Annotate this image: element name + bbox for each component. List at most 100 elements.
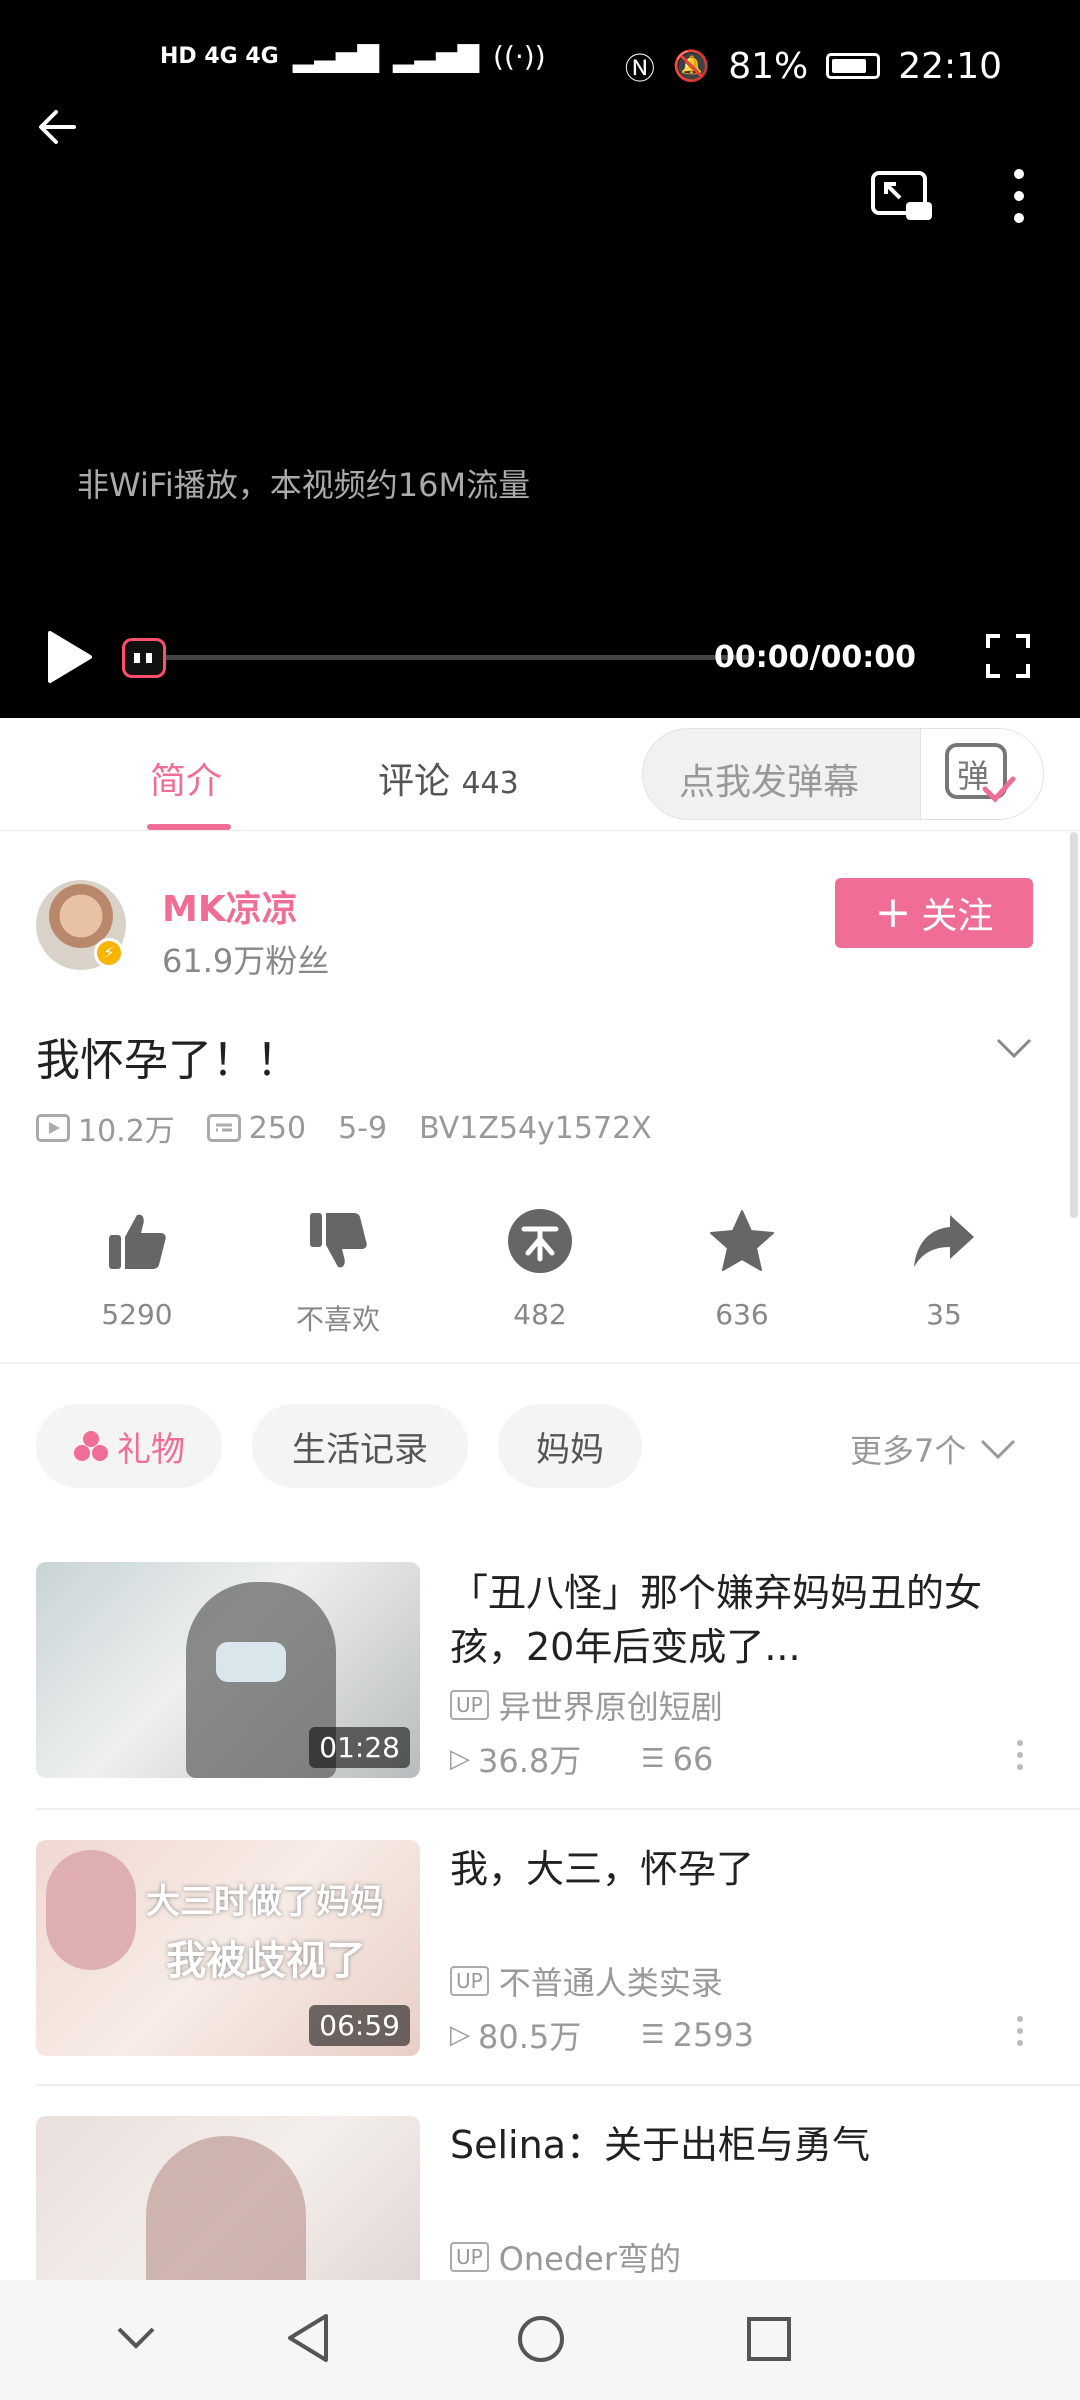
more-tags-button[interactable]: 更多7个: [850, 1426, 1016, 1472]
thumbnail-caption: 我被歧视了: [166, 1938, 366, 1984]
recommended-uploader[interactable]: UP Oneder弯的: [450, 2234, 681, 2280]
thumbs-up-icon: [109, 1214, 166, 1269]
star-icon: [710, 1210, 774, 1271]
video-meta: 10.2万 250 5-9 BV1Z54y1572X: [36, 1106, 652, 1150]
share-count: 35: [926, 1298, 962, 1331]
recommended-comments: 66: [672, 1740, 714, 1778]
recommended-uploader[interactable]: UP 异世界原创短剧: [450, 1682, 723, 1728]
video-thumbnail[interactable]: 大三时做了妈妈 我被歧视了 06:59: [36, 1840, 420, 2056]
dislike-button[interactable]: 不喜欢: [268, 1206, 408, 1338]
up-badge-icon: UP: [450, 1690, 489, 1720]
status-right: Ⓝ 🔕 81% 22:10: [625, 44, 1002, 88]
recommended-uploader-name: 不普通人类实录: [498, 1964, 723, 2002]
signal-icon: ▂▃▅▇: [292, 40, 379, 73]
coin-button[interactable]: 482: [470, 1206, 610, 1331]
list-divider: [36, 2084, 1080, 2086]
time-readout: 00:00/00:00: [714, 640, 916, 675]
play-count-icon: ▷: [450, 2020, 470, 2050]
recommended-views: 36.8万: [478, 1742, 582, 1780]
hide-nav-chevron-icon[interactable]: [116, 2326, 156, 2350]
recommended-video-title[interactable]: 我，大三，怀孕了: [450, 1842, 1050, 1896]
recommended-views: 80.5万: [478, 2018, 582, 2056]
battery-icon: [826, 53, 881, 79]
chevron-down-icon: [981, 1439, 1016, 1460]
back-arrow-icon[interactable]: [38, 108, 76, 146]
danmaku-count-icon: ☰: [641, 2020, 665, 2050]
status-bar: HD 4G 4G ▂▃▅▇ ▂▃▅▇ ((·)) Ⓝ 🔕 81% 22:10: [0, 0, 1080, 130]
share-button[interactable]: 35: [874, 1206, 1014, 1331]
video-thumbnail[interactable]: 01:28: [36, 1562, 420, 1778]
play-icon[interactable]: [44, 628, 96, 686]
more-options-icon[interactable]: [1016, 1740, 1024, 1776]
data-usage-notice: 非WiFi播放，本视频约16M流量: [77, 466, 531, 504]
signal-icon: ▂▃▅▇: [392, 40, 480, 73]
hot-tag-icon: [74, 1431, 108, 1461]
tag-mom[interactable]: 妈妈: [498, 1404, 642, 1488]
hotspot-icon: ((·)): [493, 40, 546, 73]
like-count: 5290: [101, 1298, 173, 1331]
danmaku-count-icon: [206, 1114, 241, 1142]
tab-comments[interactable]: 评论 443: [378, 752, 519, 804]
checkmark-icon: [982, 776, 1016, 803]
home-circle-icon[interactable]: [516, 2314, 566, 2364]
tag-label: 礼物: [117, 1429, 185, 1470]
up-badge-icon: UP: [450, 1966, 489, 1996]
danmaku-count-icon: ☰: [641, 1744, 665, 1774]
danmaku-input[interactable]: 点我发弹幕 弹: [642, 728, 1044, 820]
system-nav-bar: [0, 2280, 1080, 2400]
recommended-stats: ▷ 80.5万 ☰ 2593: [450, 2012, 754, 2058]
chevron-down-icon[interactable]: [996, 1036, 1032, 1060]
recommended-uploader-name: 异世界原创短剧: [498, 1688, 723, 1726]
video-duration: 01:28: [309, 1727, 410, 1768]
nfc-icon: Ⓝ: [624, 52, 655, 87]
list-divider: [36, 1808, 1080, 1810]
view-count: 10.2万: [78, 1114, 175, 1149]
thumbnail-caption: 大三时做了妈妈: [146, 1882, 384, 1922]
tab-intro[interactable]: 简介: [150, 752, 222, 804]
uploader-name[interactable]: MK凉凉: [162, 880, 298, 932]
favorite-count: 636: [715, 1298, 769, 1331]
view-stat: 10.2万: [36, 1106, 175, 1150]
recommended-uploader[interactable]: UP 不普通人类实录: [450, 1958, 723, 2004]
recommended-comments: 2593: [672, 2016, 755, 2054]
progress-handle[interactable]: [122, 638, 166, 678]
mute-icon: 🔕: [672, 48, 711, 84]
recommended-video-title[interactable]: Selina：关于出柜与勇气: [450, 2118, 1050, 2172]
favorite-button[interactable]: 636: [672, 1206, 812, 1331]
back-triangle-icon[interactable]: [284, 2312, 332, 2364]
publish-date: 5-9: [338, 1110, 388, 1146]
danmaku-placeholder: 点我发弹幕: [679, 762, 860, 803]
network-status: HD 4G 4G: [160, 44, 279, 69]
cast-screen-icon[interactable]: [870, 170, 934, 222]
recommended-video-title[interactable]: 「丑八怪」那个嫌弃妈妈丑的女孩，20年后变成了...: [450, 1566, 1050, 1674]
plus-icon: +: [874, 887, 912, 938]
tab-comments-count: 443: [461, 766, 519, 801]
more-options-icon[interactable]: [1013, 168, 1025, 224]
dislike-label: 不喜欢: [295, 1303, 380, 1336]
section-divider: [0, 1362, 1080, 1364]
follow-button[interactable]: + 关注: [835, 878, 1033, 948]
share-arrow-icon: [914, 1215, 974, 1267]
tag-life-record[interactable]: 生活记录: [252, 1404, 468, 1488]
battery-percent: 81%: [728, 45, 809, 87]
play-count-icon: [36, 1114, 70, 1142]
up-badge-icon: UP: [450, 2242, 489, 2272]
tag-gift[interactable]: 礼物: [36, 1404, 222, 1488]
fullscreen-icon[interactable]: [984, 632, 1032, 680]
danmaku-toggle-button[interactable]: 弹: [920, 729, 1043, 819]
scrollbar[interactable]: [1070, 832, 1078, 1218]
video-player[interactable]: HD 4G 4G ▂▃▅▇ ▂▃▅▇ ((·)) Ⓝ 🔕 81% 22:10 非…: [0, 0, 1080, 718]
network-indicators: HD 4G 4G ▂▃▅▇ ▂▃▅▇ ((·)): [160, 40, 546, 73]
thumbs-down-icon: [310, 1213, 367, 1268]
more-options-icon[interactable]: [1016, 2016, 1024, 2052]
recents-square-icon[interactable]: [746, 2316, 792, 2362]
like-button[interactable]: 5290: [67, 1206, 207, 1331]
follow-label: 关注: [921, 896, 994, 937]
tab-comments-label: 评论: [378, 761, 451, 802]
progress-bar[interactable]: [150, 655, 750, 660]
video-duration: 06:59: [309, 2005, 410, 2046]
recommended-stats: ▷ 36.8万 ☰ 66: [450, 1736, 713, 1782]
verified-badge-icon: ⚡: [94, 938, 124, 968]
tab-indicator: [147, 824, 231, 830]
play-count-icon: ▷: [450, 1744, 470, 1774]
